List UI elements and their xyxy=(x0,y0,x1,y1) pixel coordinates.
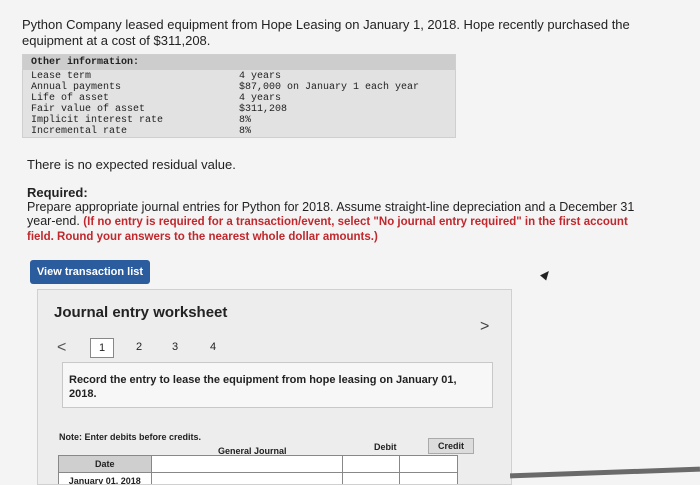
residual-value-text: There is no expected residual value. xyxy=(27,157,236,172)
credit-field[interactable] xyxy=(400,456,458,473)
account-field[interactable] xyxy=(151,473,342,485)
info-table-header: Other information: xyxy=(23,55,455,70)
info-label: Implicit interest rate xyxy=(31,115,239,126)
credit-header: Credit xyxy=(428,438,474,454)
step-tab-3[interactable]: 3 xyxy=(164,341,186,353)
date-header: Date xyxy=(59,456,152,473)
step-tab-2[interactable]: 2 xyxy=(128,341,150,353)
step-tab-4[interactable]: 4 xyxy=(202,341,224,353)
info-label: Fair value of asset xyxy=(31,104,239,115)
info-value: 8% xyxy=(239,126,447,137)
info-label: Annual payments xyxy=(31,82,239,93)
worksheet-title: Journal entry worksheet xyxy=(54,304,227,321)
info-value: 4 years xyxy=(239,93,447,104)
info-value: $87,000 on January 1 each year xyxy=(239,82,447,93)
step-tab-1[interactable]: 1 xyxy=(90,338,114,358)
journal-table-header: General Journal Debit Credit xyxy=(58,438,506,456)
instruction-box: Record the entry to lease the equipment … xyxy=(62,362,493,408)
table-row: January 01, 2018 xyxy=(59,473,458,485)
mouse-cursor-icon xyxy=(540,268,552,280)
journal-table: Date January 01, 2018 xyxy=(58,455,458,485)
required-title: Required: xyxy=(27,186,657,200)
info-label: Life of asset xyxy=(31,93,239,104)
debit-header: Debit xyxy=(374,442,397,452)
date-cell: January 01, 2018 xyxy=(59,473,152,485)
debit-field[interactable] xyxy=(342,473,400,485)
view-transaction-list-button[interactable]: View transaction list xyxy=(30,260,150,284)
required-note: (If no entry is required for a transacti… xyxy=(27,216,628,243)
info-value: 8% xyxy=(239,115,447,126)
info-value: 4 years xyxy=(239,71,447,82)
journal-entry-worksheet: Journal entry worksheet < 1 2 3 4 Record… xyxy=(37,289,512,485)
info-label: Lease term xyxy=(31,71,239,82)
required-section: Required: Prepare appropriate journal en… xyxy=(27,186,657,244)
info-value: $311,208 xyxy=(239,104,447,115)
debit-field[interactable] xyxy=(342,456,400,473)
prev-arrow-icon[interactable]: < xyxy=(57,339,66,357)
info-label: Incremental rate xyxy=(31,126,239,137)
next-arrow-icon[interactable]: > xyxy=(480,318,489,336)
other-information-table: Other information: Lease term Annual pay… xyxy=(22,54,456,138)
credit-field[interactable] xyxy=(400,473,458,485)
problem-statement: Python Company leased equipment from Hop… xyxy=(22,17,672,49)
table-row: Date xyxy=(59,456,458,473)
account-field[interactable] xyxy=(151,456,342,473)
screen-edge-bar xyxy=(510,467,700,479)
